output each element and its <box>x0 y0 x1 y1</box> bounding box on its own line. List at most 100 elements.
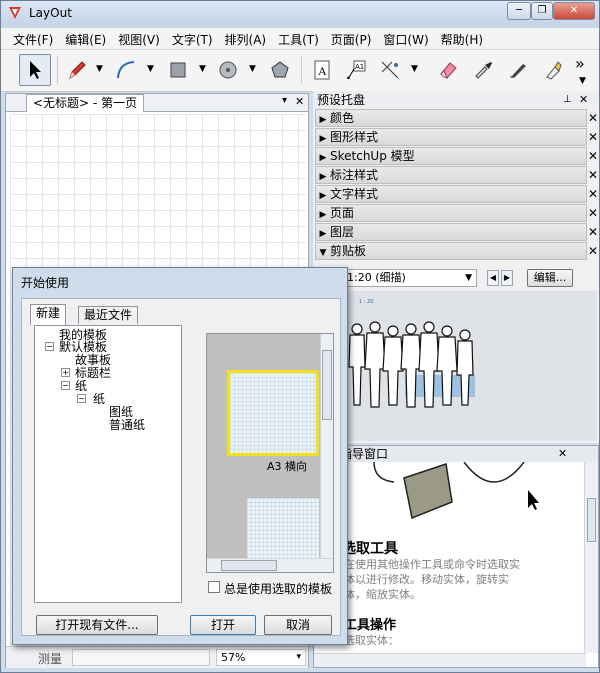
instructor-hscrollbar[interactable] <box>314 653 586 667</box>
restore-button[interactable]: ❐ <box>531 2 553 20</box>
menu-pages[interactable]: 页面(P) <box>331 28 372 48</box>
scrollbar-thumb[interactable] <box>322 350 332 420</box>
tree-node-paper-sub[interactable]: 纸 <box>93 392 105 406</box>
collapse-icon[interactable]: − <box>45 342 54 351</box>
menu-edit[interactable]: 编辑(E) <box>65 28 106 48</box>
scrapbook-scale-label: 1 : 20 <box>359 299 374 305</box>
close-panel-icon[interactable]: ✕ <box>588 224 598 240</box>
tab-list-icon[interactable]: ▾ <box>282 95 287 106</box>
scrollbar-thumb[interactable] <box>221 560 277 571</box>
chevron-down-icon[interactable]: ▼ <box>579 76 586 86</box>
tray-title: 预设托盘 <box>317 93 366 107</box>
tab-new[interactable]: 新建 <box>30 304 67 325</box>
chevron-down-icon[interactable]: ▼ <box>96 64 103 74</box>
text-tool-button[interactable]: A <box>309 54 335 86</box>
tab-recent-files[interactable]: 最近文件 <box>78 306 139 324</box>
chevron-down-icon[interactable]: ▼ <box>249 64 256 74</box>
label-tool-button[interactable]: A1 <box>343 54 369 86</box>
close-panel-icon[interactable]: ✕ <box>588 186 598 202</box>
cancel-button[interactable]: 取消 <box>264 615 332 635</box>
pencil-icon <box>69 61 86 80</box>
select-tool-button[interactable] <box>19 54 51 86</box>
chevron-down-icon[interactable]: ▼ <box>411 64 418 74</box>
menu-help[interactable]: 帮助(H) <box>441 28 483 48</box>
close-panel-icon[interactable]: ✕ <box>588 110 598 126</box>
circle-tool-button[interactable] <box>215 54 241 86</box>
polygon-tool-button[interactable] <box>267 54 293 86</box>
style-tool-button[interactable] <box>471 54 497 86</box>
pin-icon[interactable]: ⊥ <box>563 91 572 109</box>
chevron-down-icon[interactable]: ▼ <box>147 64 154 74</box>
tree-node-plain-paper[interactable]: 普通纸 <box>109 418 145 432</box>
template-thumbnail-a3-landscape[interactable] <box>227 370 319 456</box>
menu-file[interactable]: 文件(F) <box>13 28 53 48</box>
close-instructor-icon[interactable]: ✕ <box>558 446 567 462</box>
minimize-button[interactable]: ─ <box>507 2 531 20</box>
menu-view[interactable]: 视图(V) <box>118 28 160 48</box>
close-document-icon[interactable]: ✕ <box>295 95 304 108</box>
close-tray-icon[interactable]: ✕ <box>579 91 588 109</box>
panel-dimension-style[interactable]: ▶ 标注样式 ✕ <box>315 166 598 184</box>
tree-node-paper[interactable]: 纸 <box>75 379 87 393</box>
close-panel-icon[interactable]: ✕ <box>588 167 598 183</box>
split-tool-button[interactable] <box>505 54 531 86</box>
instructor-text: 选取实体： <box>344 634 399 647</box>
open-existing-file-button[interactable]: 打开现有文件... <box>36 615 158 635</box>
chevron-down-icon[interactable]: ▼ <box>199 64 206 74</box>
line-tool-button[interactable] <box>63 54 89 86</box>
panel-layers[interactable]: ▶ 图层 ✕ <box>315 223 598 241</box>
panel-colors[interactable]: ▶ 颜色 ✕ <box>315 109 598 127</box>
eraser-tool-button[interactable] <box>435 54 461 86</box>
close-panel-icon[interactable]: ✕ <box>588 205 598 221</box>
menu-text[interactable]: 文字(T) <box>172 28 213 48</box>
tree-node-default-templates[interactable]: 默认模板 <box>59 340 107 354</box>
template-thumbnail[interactable] <box>247 498 319 558</box>
menu-tools[interactable]: 工具(T) <box>278 28 319 48</box>
template-vscrollbar[interactable] <box>320 334 333 558</box>
close-button[interactable]: ✕ <box>553 2 595 20</box>
tree-node-title-bars[interactable]: 标题栏 <box>75 366 111 380</box>
svg-text:A1: A1 <box>355 63 364 71</box>
collapse-icon[interactable]: − <box>77 394 86 403</box>
chevron-right-icon: ▶ <box>319 210 327 220</box>
open-button[interactable]: 打开 <box>190 615 256 635</box>
menu-window[interactable]: 窗口(W) <box>383 28 428 48</box>
panel-label: 页面 <box>330 206 355 220</box>
menu-arrange[interactable]: 排列(A) <box>225 28 267 48</box>
close-panel-icon[interactable]: ✕ <box>588 148 598 164</box>
tree-node-graph-paper[interactable]: 图纸 <box>109 405 133 419</box>
panel-shape-style[interactable]: ▶ 图形样式 ✕ <box>315 128 598 146</box>
panel-sketchup-model[interactable]: ▶ SketchUp 模型 ✕ <box>315 147 598 165</box>
scrollbar-thumb[interactable] <box>587 498 596 542</box>
close-panel-icon[interactable]: ✕ <box>588 129 598 145</box>
tree-node-storyboard[interactable]: 故事板 <box>75 353 111 367</box>
rectangle-tool-button[interactable] <box>165 54 191 86</box>
expand-icon[interactable]: + <box>61 368 70 377</box>
always-use-template-checkbox[interactable] <box>208 581 220 593</box>
dialog-body: 新建 最近文件 我的模板 − 默认模板 故事板 + 标题栏 − 纸 − 纸 图纸… <box>21 298 341 636</box>
arc-tool-button[interactable] <box>113 54 139 86</box>
toolbar-overflow-icon[interactable]: » <box>575 54 585 73</box>
next-scrapbook-button[interactable]: ▶ <box>501 270 513 286</box>
scrapbook-select[interactable]: 1:20 (细描) ▼ <box>343 269 477 287</box>
template-hscrollbar[interactable] <box>207 558 333 572</box>
panel-pages[interactable]: ▶ 页面 ✕ <box>315 204 598 222</box>
document-tab[interactable]: <无标题> - 第一页 <box>26 94 145 112</box>
join-tool-button[interactable] <box>539 54 565 86</box>
previous-scrapbook-button[interactable]: ◀ <box>487 270 499 286</box>
menu-bar: 文件(F) 编辑(E) 视图(V) 文字(T) 排列(A) 工具(T) 页面(P) 窗口(W)… <box>1 28 599 50</box>
arrow-cursor-icon <box>30 61 41 79</box>
scrapbook-preview[interactable]: 1 : 20 <box>315 291 597 441</box>
instructor-scrollbar[interactable] <box>584 462 598 653</box>
dimension-tool-button[interactable] <box>377 54 403 86</box>
measurements-input[interactable] <box>72 649 210 666</box>
zoom-select[interactable]: 57% ▾ <box>216 649 306 666</box>
edit-scrapbook-button[interactable]: 编辑... <box>527 269 573 287</box>
layout-app-icon <box>9 7 21 19</box>
panel-label: 图层 <box>330 225 355 239</box>
collapse-icon[interactable]: − <box>61 381 70 390</box>
knife-icon <box>510 64 526 78</box>
panel-scrapbooks[interactable]: ▼ 剪贴板 ✕ <box>315 242 598 260</box>
panel-text-style[interactable]: ▶ 文字样式 ✕ <box>315 185 598 203</box>
close-panel-icon[interactable]: ✕ <box>588 243 598 259</box>
